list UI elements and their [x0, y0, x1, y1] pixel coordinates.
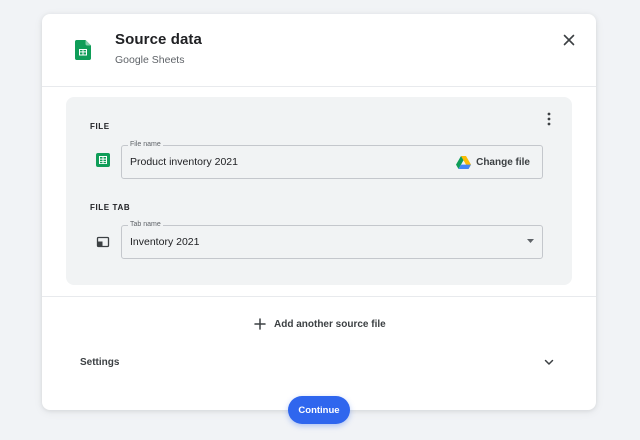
- plus-icon: [254, 318, 266, 330]
- source-file-card: FILE File name Product inventory 2021 Ch…: [66, 97, 572, 285]
- google-sheets-icon: [96, 153, 110, 167]
- dialog-title: Source data: [115, 31, 202, 48]
- tab-name-select[interactable]: Tab name Inventory 2021: [121, 220, 543, 259]
- dropdown-arrow-icon: [527, 239, 534, 243]
- file-name-field-label: File name: [128, 140, 163, 150]
- settings-expander[interactable]: Settings: [42, 350, 596, 376]
- tab-icon: [96, 236, 110, 248]
- file-section-label: FILE: [90, 122, 110, 131]
- file-tab-section-label: FILE TAB: [90, 203, 131, 212]
- dialog-header: Source data Google Sheets: [42, 14, 596, 86]
- chevron-down-icon: [544, 359, 554, 365]
- add-source-label: Add another source file: [274, 318, 386, 330]
- change-file-label: Change file: [476, 156, 530, 168]
- source-data-dialog: Source data Google Sheets FILE File name…: [42, 14, 596, 410]
- more-vert-icon[interactable]: [542, 111, 556, 127]
- close-icon[interactable]: [560, 31, 578, 49]
- header-divider: [42, 86, 596, 87]
- tab-name-value: Inventory 2021: [130, 236, 200, 248]
- change-file-button[interactable]: Change file: [456, 153, 530, 171]
- google-sheets-icon: [75, 40, 91, 60]
- settings-label: Settings: [80, 357, 120, 368]
- file-name-value: Product inventory 2021: [130, 156, 238, 168]
- continue-button[interactable]: Continue: [288, 396, 350, 424]
- add-source-file-button[interactable]: Add another source file: [254, 316, 386, 332]
- section-divider: [42, 296, 596, 297]
- continue-label: Continue: [298, 404, 340, 416]
- google-drive-icon: [456, 155, 472, 169]
- file-name-field[interactable]: File name Product inventory 2021 Change …: [121, 140, 543, 179]
- dialog-subtitle: Google Sheets: [115, 54, 185, 66]
- tab-name-field-label: Tab name: [128, 220, 163, 230]
